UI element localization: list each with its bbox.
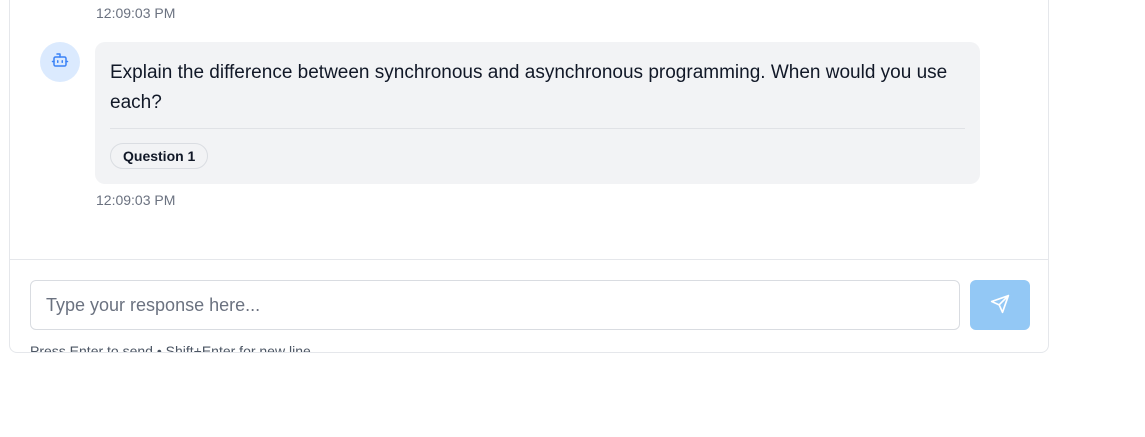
message-timestamp: 12:09:03 PM — [96, 192, 176, 208]
composer-divider — [10, 259, 1048, 260]
send-icon — [990, 294, 1010, 317]
message-list: 12:09:03 PM Explain the difference betwe… — [10, 0, 1048, 259]
composer-hint: Press Enter to send • Shift+Enter for ne… — [30, 343, 311, 353]
message-text: Explain the difference between synchrono… — [110, 62, 948, 113]
assistant-avatar — [40, 42, 80, 82]
assistant-message-bubble: Explain the difference between synchrono… — [95, 42, 980, 184]
question-tag: Question 1 — [110, 143, 209, 169]
message-timestamp: 12:09:03 PM — [96, 5, 176, 21]
chat-panel: 12:09:03 PM Explain the difference betwe… — [9, 0, 1049, 353]
send-button[interactable] — [970, 280, 1030, 330]
response-input[interactable] — [30, 280, 960, 330]
bubble-divider — [110, 128, 965, 129]
bot-icon — [51, 51, 69, 74]
